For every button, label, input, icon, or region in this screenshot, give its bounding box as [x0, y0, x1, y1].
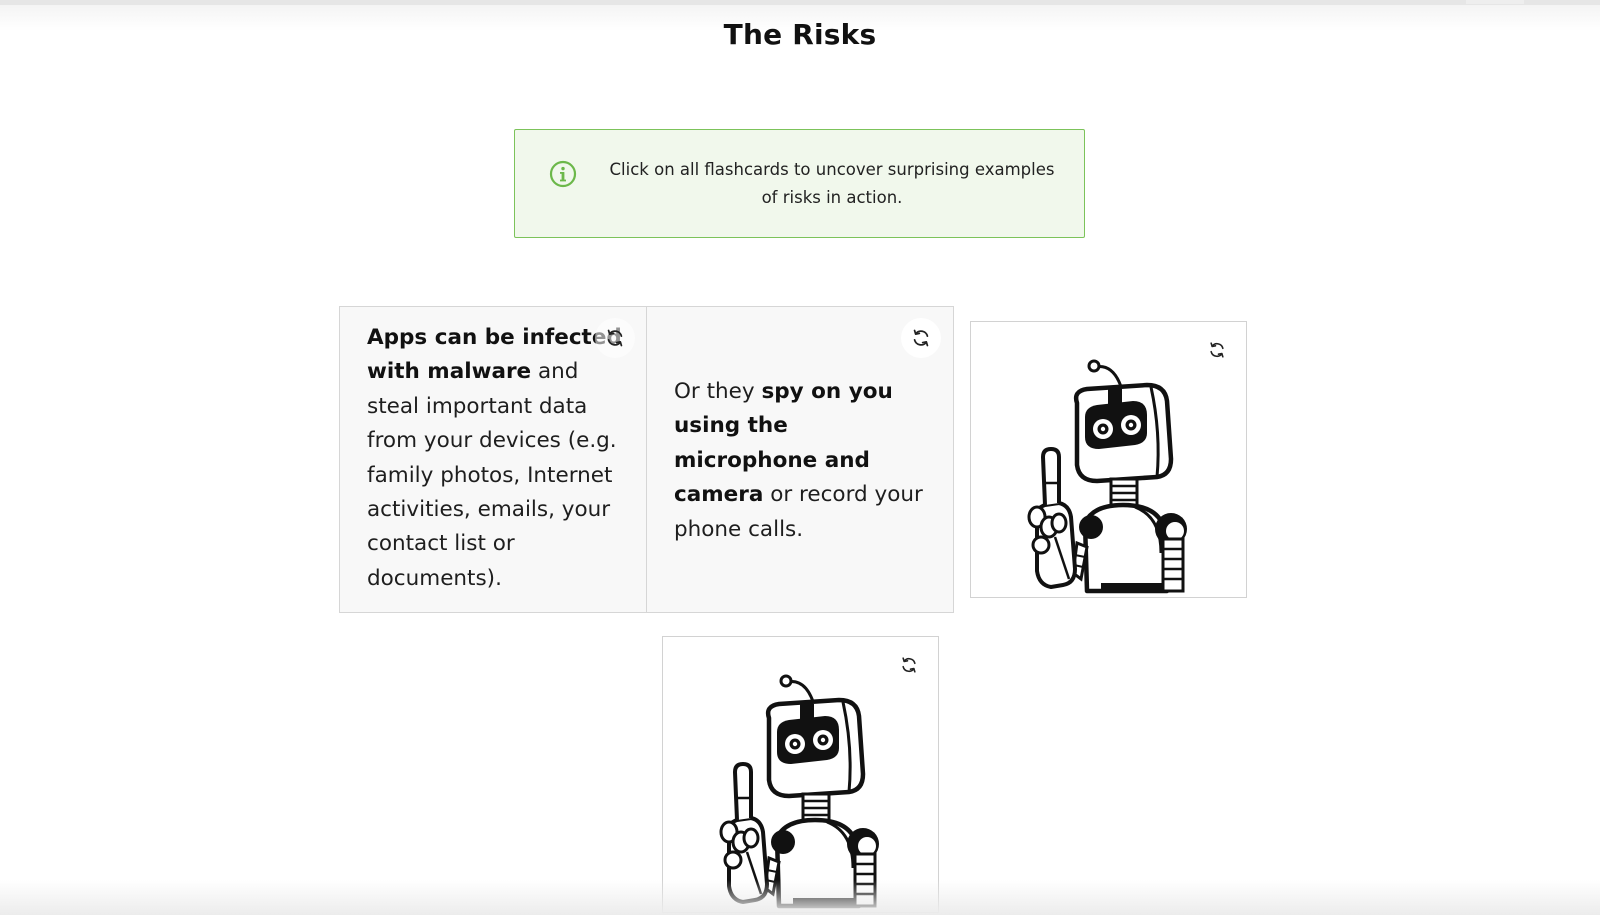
refresh-icon — [899, 655, 919, 675]
flip-card-button[interactable] — [901, 318, 941, 358]
flashcard-robot[interactable] — [662, 636, 939, 913]
robot-illustration — [1015, 332, 1195, 594]
flashcard-robot[interactable] — [970, 321, 1247, 598]
flip-card-button[interactable] — [895, 651, 923, 679]
top-strip-accent — [1466, 0, 1524, 4]
flashcard-malware-body: and steal important data from your devic… — [367, 359, 617, 591]
flashcard-malware-text: Apps can be infected with malware and st… — [367, 321, 625, 596]
flashcard-spy-lead: Or they — [674, 379, 762, 404]
flashcard-spy-text: Or they spy on you using the microphone … — [674, 375, 936, 547]
refresh-icon — [910, 327, 932, 349]
info-circle-icon — [549, 160, 577, 188]
flip-card-button[interactable] — [1203, 336, 1231, 364]
page: The Risks Click on all flashcards to unc… — [0, 0, 1600, 915]
flashcard-malware[interactable]: Apps can be infected with malware and st… — [339, 306, 647, 613]
refresh-icon — [1207, 340, 1227, 360]
info-callout-text: Click on all flashcards to uncover surpr… — [609, 160, 1055, 207]
flashcard-spy[interactable]: Or they spy on you using the microphone … — [646, 306, 954, 613]
flashcard-malware-bold: Apps can be infected with malware — [367, 325, 622, 385]
robot-illustration — [707, 647, 887, 909]
flip-card-button[interactable] — [595, 318, 635, 358]
info-callout: Click on all flashcards to uncover surpr… — [514, 129, 1085, 238]
refresh-icon — [604, 327, 626, 349]
page-title: The Risks — [723, 18, 877, 51]
